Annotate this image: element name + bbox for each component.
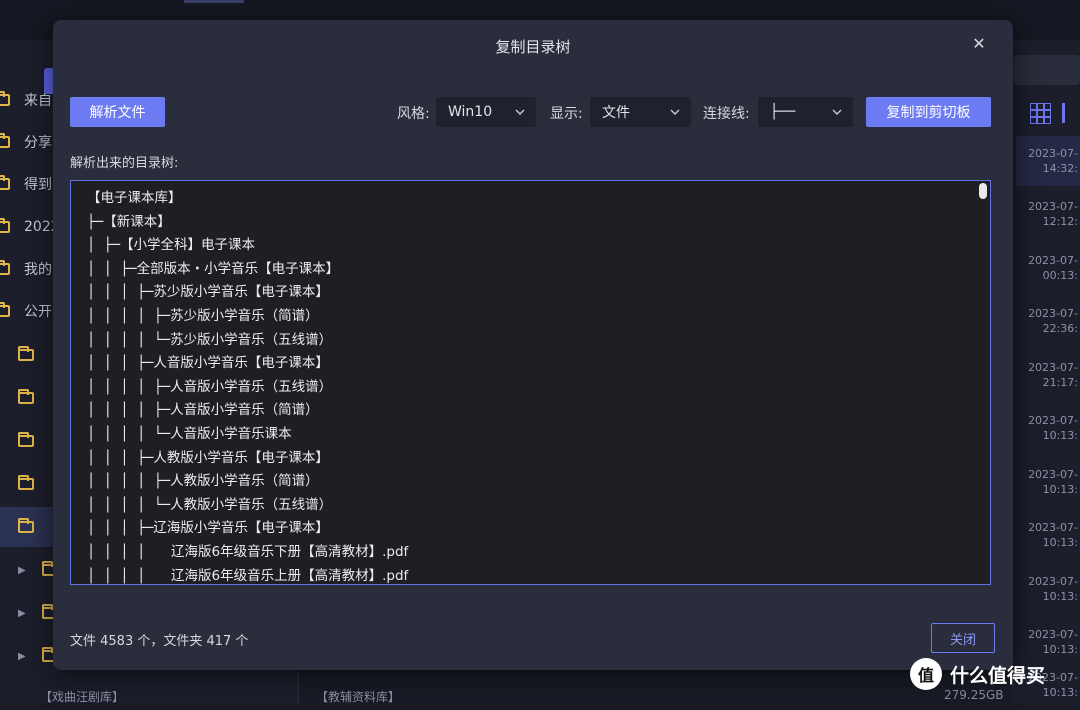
tree-line: │ │ │ │ ├─苏少版小学音乐（简谱） (87, 307, 319, 324)
close-button[interactable]: 关闭 (931, 623, 995, 653)
style-label: 风格: (397, 106, 430, 122)
expand-arrow-icon[interactable]: ▶ (18, 651, 28, 662)
sidebar-item-label: 分享 (24, 135, 52, 151)
connector-select-value: ├── (770, 104, 796, 120)
folder-name: 【教辅资料库】 (316, 690, 401, 704)
date-cell: 2023-07- 10:13: (1028, 468, 1078, 496)
tree-line: │ │ │ ├─辽海版小学音乐【电子课本】 (87, 520, 329, 537)
tree-output-label: 解析出来的目录树: (70, 156, 179, 171)
app-top-tab[interactable] (184, 0, 244, 3)
date-cell: 2023-07- 00:13: (1028, 254, 1078, 282)
tree-line: │ │ │ ├─人教版小学音乐【电子课本】 (87, 449, 329, 466)
date-cell: 2023-07- 10:13: (1028, 414, 1078, 442)
expand-arrow-icon[interactable]: ▶ (18, 608, 28, 619)
tree-line: │ │ │ │ ├─人音版小学音乐（五线谱） (87, 378, 333, 395)
tree-line: │ │ │ │ ├─人教版小学音乐（简谱） (87, 473, 319, 490)
connector-select[interactable]: ├── (758, 97, 853, 127)
tree-line: │ │ │ │ ├─人音版小学音乐（简谱） (87, 402, 319, 419)
expand-arrow-icon[interactable]: ▶ (18, 565, 28, 576)
folder-icon (0, 175, 10, 190)
folder-icon (18, 346, 34, 361)
folder-icon (0, 133, 10, 148)
tree-line: │ │ │ ├─苏少版小学音乐【电子课本】 (87, 284, 329, 301)
display-select-value: 文件 (602, 105, 630, 121)
tree-output-textarea[interactable]: 【电子课本库】 ├─【新课本】 │ ├─【小学全科】电子课本 │ │ ├─全部版… (70, 180, 991, 585)
sidebar-item-label: 公开 (24, 304, 52, 320)
chevron-down-icon (670, 109, 680, 115)
tree-line: │ │ │ │ 辽海版6年级音乐上册【高清教材】.pdf (87, 567, 409, 584)
sidebar-item-label: 我的 (24, 262, 52, 278)
parse-file-button[interactable]: 解析文件 (70, 97, 165, 127)
tree-line: │ │ │ │ └─人教版小学音乐（五线谱） (87, 496, 333, 513)
search-input[interactable] (1014, 55, 1080, 85)
folder-icon (0, 91, 10, 106)
chevron-down-icon (832, 109, 842, 115)
tree-line: ├─【新课本】 (87, 213, 171, 230)
tree-line: │ │ │ │ 辽海版6年级音乐下册【高清教材】.pdf (87, 543, 409, 560)
chevron-down-icon (515, 109, 525, 115)
folder-icon (18, 432, 34, 447)
watermark: 值 什么值得买 (910, 657, 1045, 691)
style-select[interactable]: Win10 (436, 97, 536, 127)
sidebar-item-label: 来自 (24, 93, 52, 109)
date-cell: 2023-07- 14:32: (1016, 136, 1080, 186)
connector-label: 连接线: (703, 106, 750, 122)
folder-icon (18, 518, 34, 533)
date-cell: 2023-07- 21:17: (1028, 361, 1078, 389)
tree-line: │ │ │ │ └─人音版小学音乐课本 (87, 425, 292, 442)
file-count-stats: 文件 4583 个，文件夹 417 个 (70, 634, 249, 649)
tree-lines: 【电子课本库】 ├─【新课本】 │ ├─【小学全科】电子课本 │ │ ├─全部版… (87, 187, 409, 584)
tree-line: 【电子课本库】 (87, 190, 182, 206)
grid-view-icon[interactable] (1030, 103, 1051, 124)
date-cell: 2023-07- 10:13: (1028, 575, 1078, 603)
folder-icon (18, 389, 34, 404)
display-select[interactable]: 文件 (590, 97, 691, 127)
tree-line: │ │ │ │ └─苏少版小学音乐（五线谱） (87, 331, 333, 348)
watermark-logo-icon: 值 (910, 658, 942, 690)
tree-line: │ │ │ ├─人音版小学音乐【电子课本】 (87, 355, 329, 372)
folder-icon (0, 302, 10, 317)
folder-icon (0, 218, 10, 233)
dialog-title: 复制目录树 (495, 38, 571, 56)
date-cell: 2023-07- 12:12: (1028, 200, 1078, 228)
sidebar-item-label: 得到 (24, 177, 52, 193)
folder-icon (18, 475, 34, 490)
list-view-icon[interactable] (1062, 103, 1080, 123)
textarea-scrollbar[interactable] (979, 183, 987, 199)
copy-to-clipboard-button[interactable]: 复制到剪切板 (866, 97, 991, 127)
display-label: 显示: (550, 106, 583, 122)
date-cell: 2023-07- 10:13: (1028, 521, 1078, 549)
style-select-value: Win10 (448, 104, 493, 120)
panel-divider (298, 672, 299, 703)
copy-tree-dialog: 复制目录树 ✕ 解析文件 风格: Win10 显示: 文件 连接线: ├── 复… (53, 20, 1013, 670)
tree-line: │ ├─【小学全科】电子课本 (87, 237, 255, 254)
folder-name: 【戏曲汪剧库】 (40, 690, 125, 704)
close-icon[interactable]: ✕ (969, 34, 989, 54)
folder-icon (0, 260, 10, 275)
tree-line: │ │ ├─全部版本・小学音乐【电子课本】 (87, 260, 340, 277)
watermark-text: 什么值得买 (950, 664, 1046, 687)
date-cell: 2023-07- 22:36: (1028, 307, 1078, 335)
